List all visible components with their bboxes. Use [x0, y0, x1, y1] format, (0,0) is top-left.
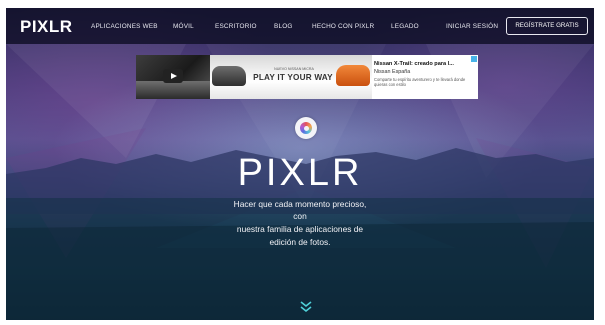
- ad-banner-headline: PLAY IT YOUR WAY: [253, 73, 333, 82]
- ad-choices-icon[interactable]: [471, 56, 477, 62]
- pixlr-logo-icon: [295, 117, 317, 139]
- nav-item-movil[interactable]: MÓVIL: [173, 23, 194, 30]
- page-frame: PIXLR APLICACIONES WEB MÓVIL ESCRITORIO …: [6, 8, 594, 320]
- nav-item-escritorio[interactable]: ESCRITORIO: [215, 23, 257, 30]
- ad-banner-small-text: NUEVO NISSAN MICRA: [274, 67, 314, 71]
- login-link[interactable]: INICIAR SESIÓN: [446, 23, 498, 30]
- ad-brand: Nissan España: [374, 69, 411, 75]
- ad-video-thumbnail[interactable]: [136, 55, 210, 99]
- double-chevron-down-icon[interactable]: [299, 300, 313, 314]
- nav-item-aplicaciones-web[interactable]: APLICACIONES WEB: [91, 23, 158, 30]
- hero-title: PIXLR: [237, 152, 363, 194]
- ad-banner[interactable]: NUEVO NISSAN MICRA PLAY IT YOUR WAY Niss…: [136, 55, 478, 99]
- ad-description: Comparte tu espíritu aventurero y te lle…: [374, 77, 466, 88]
- tagline-line-1: Hacer que cada momento precioso,: [233, 199, 367, 209]
- top-navbar: PIXLR APLICACIONES WEB MÓVIL ESCRITORIO …: [6, 8, 594, 44]
- tagline-line-4: edición de fotos.: [269, 237, 331, 247]
- ad-title[interactable]: Nissan X-Trail: creado para l...: [374, 61, 454, 67]
- ad-video-wave: [136, 81, 210, 99]
- ad-car-banner[interactable]: NUEVO NISSAN MICRA PLAY IT YOUR WAY: [210, 55, 372, 99]
- grey-car-image: [212, 66, 246, 86]
- pixlr-logo-ring: [300, 122, 312, 134]
- orange-car-image: [336, 65, 370, 86]
- nav-item-hecho-con-pixlr[interactable]: HECHO CON PIXLR: [312, 23, 374, 30]
- nav-item-legado[interactable]: LEGADO: [391, 23, 419, 30]
- play-icon[interactable]: [163, 69, 183, 83]
- signup-button[interactable]: REGÍSTRATE GRATIS: [506, 17, 588, 35]
- pixlr-logo[interactable]: PIXLR: [20, 17, 73, 37]
- tagline-line-3: nuestra familia de aplicaciones de: [236, 224, 364, 234]
- nav-item-blog[interactable]: BLOG: [274, 23, 293, 30]
- tagline-line-2: con: [293, 211, 307, 221]
